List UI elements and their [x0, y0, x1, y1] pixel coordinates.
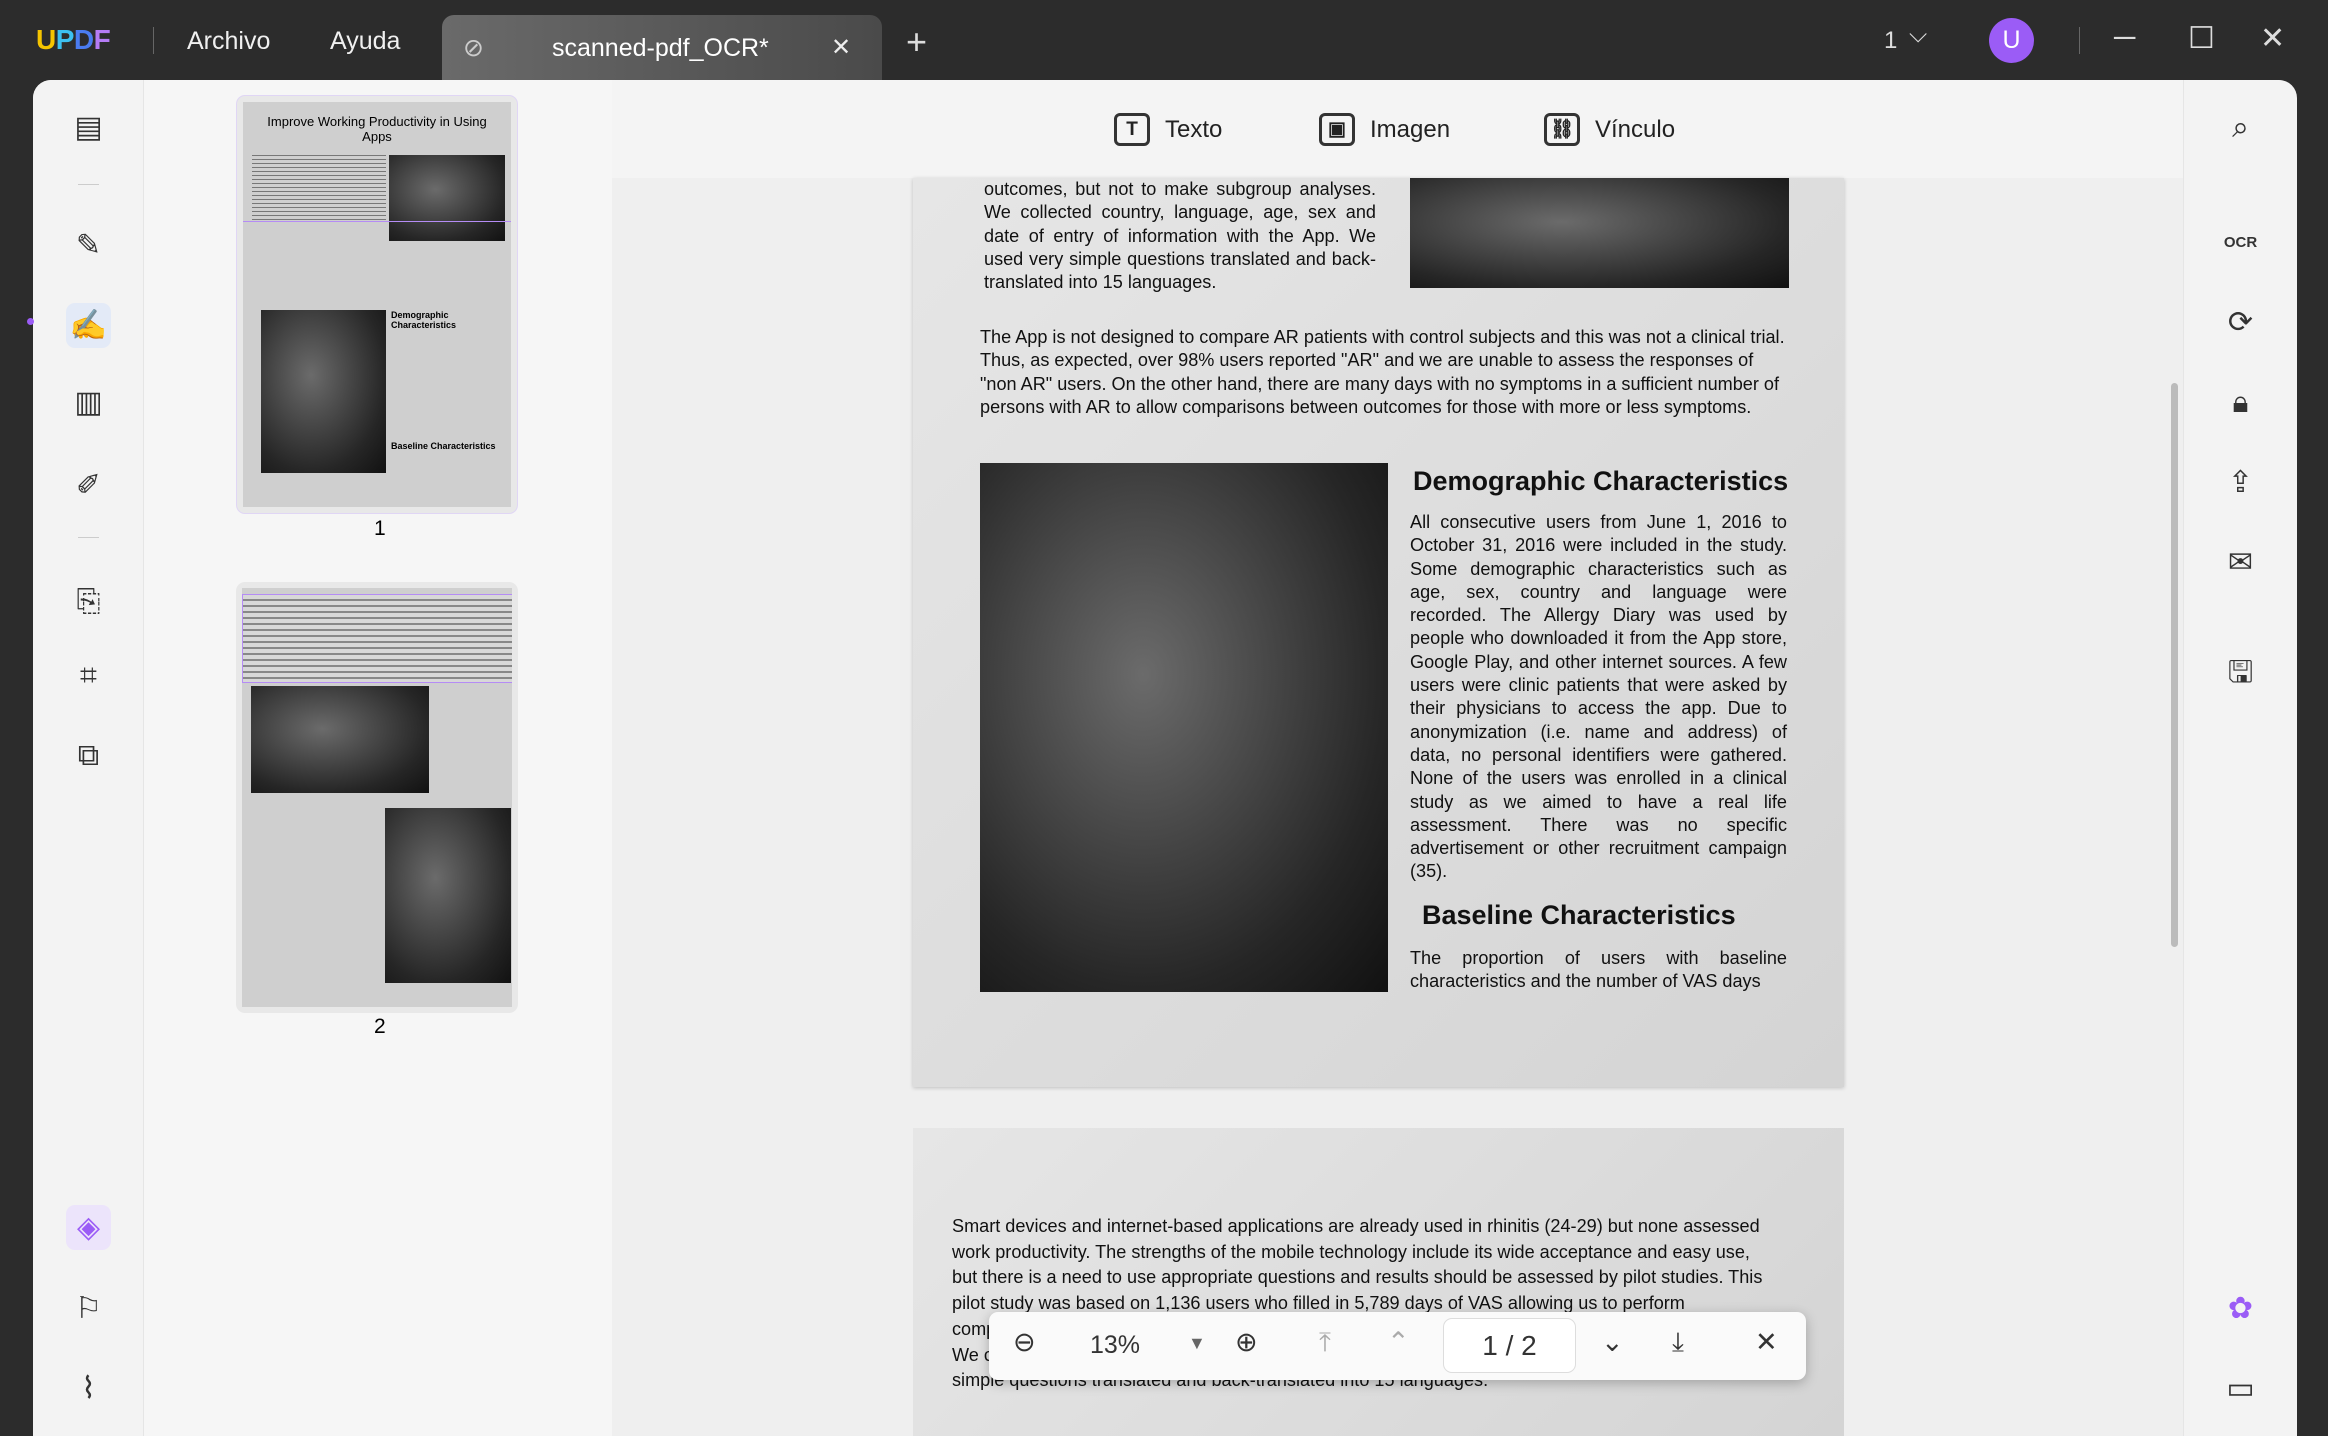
attachment-icon[interactable]: ⌇ [66, 1366, 111, 1411]
comment-highlighter-icon[interactable]: ✎ [66, 223, 111, 268]
link-icon: ⛓ [1544, 113, 1580, 146]
protect-icon[interactable]: 🔒︎ [2218, 380, 2263, 425]
thumb-photo [251, 686, 429, 793]
divider [2079, 27, 2080, 54]
maximize-button[interactable]: ☐ [2188, 21, 2215, 56]
ai-assistant-icon[interactable]: ✿ [2218, 1286, 2263, 1331]
pdf-page-2: Smart devices and internet-based applica… [913, 1128, 1844, 1436]
left-tool-rail: ▤ ✎ ✍ ▥ ✐ ⎘ ⌗ ⧉ ◈ ⚐ ⌇ [27, 80, 144, 1436]
add-link-button[interactable]: ⛓ Vínculo [1544, 113, 1675, 146]
thumb-photo [261, 310, 386, 473]
page-photo [980, 463, 1388, 992]
last-page-button[interactable]: ⤓ [1672, 1327, 1684, 1359]
thumbnail-number: 2 [374, 1015, 386, 1038]
text-line: work productivity. The strengths of the … [952, 1241, 1750, 1262]
minimize-button[interactable]: ─ [2114, 21, 2135, 55]
form-icon[interactable]: ✐ [66, 463, 111, 508]
divider [78, 184, 99, 185]
selection-line [243, 221, 511, 222]
convert-icon[interactable]: ⎘ [66, 579, 111, 624]
thumb-photo [385, 808, 511, 983]
thumbnail-panel: Improve Working Productivity in Using Ap… [144, 80, 612, 1436]
pdf-page-1: outcomes, but not to make subgroup analy… [913, 178, 1844, 1087]
thumbnail-page-1[interactable]: Improve Working Productivity in Using Ap… [236, 95, 518, 514]
zoom-level[interactable]: 13% [1090, 1331, 1140, 1360]
page-separator: / [1505, 1330, 1514, 1361]
account-count[interactable]: 1 [1884, 27, 1897, 55]
page-organize-icon[interactable]: ▥ [66, 380, 111, 425]
page-text: The proportion of users with baseline ch… [1410, 948, 1787, 992]
email-icon[interactable]: ✉ [2218, 540, 2263, 585]
zoom-dropdown-icon[interactable]: ▼ [1188, 1333, 1206, 1354]
title-bar: UPDF Archivo Ayuda ⊘ scanned-pdf_OCR* ✕ … [0, 0, 2328, 80]
text-icon: T [1114, 113, 1150, 146]
divider [153, 27, 154, 54]
label: Texto [1165, 115, 1223, 143]
menu-ayuda[interactable]: Ayuda [330, 27, 400, 56]
share-icon[interactable]: ⇪ [2218, 460, 2263, 505]
divider [78, 537, 99, 538]
search-icon[interactable]: ⌕ [2218, 105, 2263, 150]
image-icon: ▣ [1319, 113, 1355, 146]
label: Vínculo [1595, 115, 1676, 143]
menu-archivo[interactable]: Archivo [187, 27, 270, 56]
thumbnail-page-2[interactable] [236, 582, 518, 1013]
close-window-button[interactable]: ✕ [2260, 21, 2285, 56]
screen: UPDF Archivo Ayuda ⊘ scanned-pdf_OCR* ✕ … [0, 0, 2328, 1436]
crop-icon[interactable]: ⌗ [66, 653, 111, 698]
text-line: Smart devices and internet-based applica… [952, 1216, 1760, 1236]
avatar[interactable]: U [1989, 18, 2034, 63]
document-tab[interactable]: ⊘ scanned-pdf_OCR* ✕ [442, 15, 882, 80]
thumb-text [242, 594, 512, 683]
reader-icon[interactable]: ▤ [66, 105, 111, 150]
edit-pdf-icon[interactable]: ✍ [66, 303, 111, 348]
ocr-icon[interactable]: OCR [2218, 220, 2263, 265]
thumb-text [252, 152, 386, 223]
next-page-button[interactable]: ⌄ [1601, 1327, 1624, 1358]
add-image-button[interactable]: ▣ Imagen [1319, 113, 1450, 146]
page-heading: Demographic Characteristics [1413, 466, 1789, 496]
layers-icon[interactable]: ◈ [66, 1205, 111, 1250]
document-view: T Texto ▣ Imagen ⛓ Vínculo outcomes, but no… [612, 80, 2183, 1436]
zoom-out-button[interactable]: ⊖ [1013, 1327, 1036, 1358]
thumbnail-number: 1 [374, 517, 386, 540]
page-text: outcomes, but not to make subgroup analy… [984, 179, 1376, 293]
page-navigation-bar: ⊖ 13% ▼ ⊕ ⤒ ⌃ 1 / 2 ⌄ ⤓ ✕ [989, 1312, 1806, 1380]
current-page: 1 [1482, 1330, 1498, 1361]
chevron-down-icon[interactable]: ⌵ [1909, 21, 1927, 49]
previous-page-button[interactable]: ⌃ [1387, 1327, 1410, 1358]
first-page-button[interactable]: ⤒ [1319, 1327, 1331, 1359]
total-pages: 2 [1521, 1330, 1537, 1361]
close-nav-button[interactable]: ✕ [1755, 1327, 1778, 1358]
convert-pdf-icon[interactable]: ⟳ [2218, 300, 2263, 345]
add-text-button[interactable]: T Texto [1114, 113, 1222, 146]
comments-icon[interactable]: ▭ [2218, 1366, 2263, 1411]
label: Imagen [1370, 115, 1451, 143]
page-text: The App is not designed to compare AR pa… [980, 327, 1785, 417]
thumb-title: Improve Working Productivity in Using Ap… [267, 114, 487, 144]
page-number-input[interactable]: 1 / 2 [1443, 1318, 1576, 1373]
zoom-in-button[interactable]: ⊕ [1235, 1327, 1258, 1358]
thumb-heading: Demographic Characteristics [391, 310, 457, 330]
thumb-photo [389, 155, 505, 241]
app-window: ▤ ✎ ✍ ▥ ✐ ⎘ ⌗ ⧉ ◈ ⚐ ⌇ Improve Working Pr… [27, 80, 2297, 1436]
ocr-pages-icon[interactable]: ⧉ [66, 733, 111, 778]
active-indicator [27, 318, 34, 325]
vertical-scrollbar[interactable] [2171, 383, 2178, 947]
thumb-heading: Baseline Characteristics [391, 441, 496, 451]
tab-close-icon[interactable]: ✕ [831, 33, 851, 62]
save-icon[interactable]: 🖫 [2218, 653, 2263, 698]
bookmark-icon[interactable]: ⚐ [66, 1286, 111, 1331]
right-tool-rail: ⌕ OCR ⟳ 🔒︎ ⇪ ✉ 🖫 ✿ ▭ [2183, 80, 2297, 1436]
updf-logo: UPDF [36, 24, 111, 55]
page-photo [1410, 178, 1789, 288]
tab-title: scanned-pdf_OCR* [552, 34, 769, 62]
page-heading: Baseline Characteristics [1422, 900, 1736, 930]
new-tab-button[interactable]: + [906, 21, 927, 63]
page-text: All consecutive users from June 1, 2016 … [1410, 512, 1787, 882]
edit-off-icon: ⊘ [463, 34, 484, 62]
text-line: but there is a need to use appropriate q… [952, 1267, 1763, 1288]
